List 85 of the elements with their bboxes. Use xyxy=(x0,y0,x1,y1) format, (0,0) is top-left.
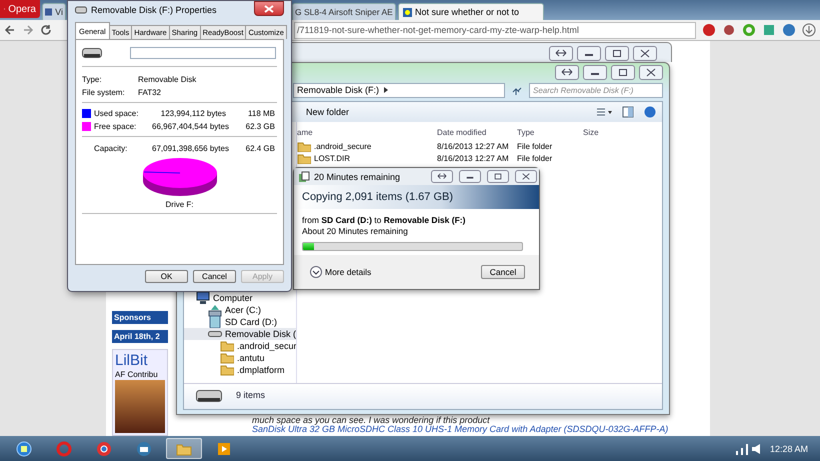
size-value: 118 MB xyxy=(247,109,276,118)
column-header[interactable]: Size xyxy=(583,128,643,144)
nav-item[interactable]: .antutu xyxy=(184,352,267,364)
file-type: File folder xyxy=(517,152,554,164)
maximize-icon[interactable] xyxy=(616,66,630,78)
close-icon[interactable] xyxy=(644,66,658,78)
reload-icon xyxy=(40,24,52,36)
play-icon[interactable] xyxy=(216,440,232,456)
preview-pane-icon xyxy=(622,106,634,118)
post-text: much space as you can see. I was wondering if this product xyxy=(252,416,491,425)
double-arrow-icon[interactable] xyxy=(436,172,448,181)
address-bar[interactable]: Removable Disk (F:) xyxy=(293,82,505,98)
volume-icon xyxy=(752,444,760,454)
folder-icon xyxy=(297,152,311,164)
nav-item[interactable]: .dmplatform xyxy=(184,364,287,376)
more-details-link[interactable]: More details xyxy=(325,267,372,277)
type-label: Type: xyxy=(82,75,103,84)
nav-item[interactable]: Removable Disk ( xyxy=(184,328,296,340)
maximize-icon[interactable] xyxy=(610,48,624,59)
file-name[interactable]: LOST.DIR xyxy=(297,152,437,164)
cancel-button[interactable]: Cancel xyxy=(481,265,525,279)
drive-icon xyxy=(82,48,102,58)
close-button[interactable] xyxy=(254,1,284,16)
close-icon xyxy=(264,4,274,12)
toolbar-button[interactable]: New folder xyxy=(302,105,354,119)
username[interactable]: LilBit xyxy=(115,352,165,369)
breadcrumb[interactable]: Removable Disk (F:) xyxy=(297,85,380,95)
post-date-header: April 18th, 2 xyxy=(112,330,168,343)
folder-icon xyxy=(220,363,234,377)
download-icon xyxy=(802,23,816,37)
photo-placeholder xyxy=(115,380,165,433)
dialog-button[interactable]: OK xyxy=(145,270,188,283)
nav-item[interactable]: .android_secur xyxy=(184,340,296,352)
back-icon xyxy=(4,24,16,36)
disk-icon xyxy=(208,303,222,317)
time-remaining: About 20 Minutes remaining xyxy=(302,226,409,236)
clock[interactable]: 12:28 AM xyxy=(764,444,814,454)
signal-icon xyxy=(736,442,748,454)
opera-button[interactable]: Opera xyxy=(0,0,40,18)
drive-icon xyxy=(196,390,222,402)
close-icon[interactable] xyxy=(638,48,652,59)
capacity-label: Capacity: xyxy=(94,144,128,153)
nav-item[interactable]: Acer (C:) xyxy=(184,304,263,316)
nav-item[interactable]: Computer xyxy=(184,292,255,304)
file-system-value: FAT32 xyxy=(138,88,162,97)
address-field[interactable]: /711819-not-sure-whether-not-get-memory-card-my-zte-warp-help.html xyxy=(294,22,696,38)
browser-tab[interactable]: Not sure whether or not to xyxy=(398,3,544,20)
start-button-icon[interactable] xyxy=(16,440,32,456)
maximize-icon[interactable] xyxy=(492,172,504,181)
double-arrow-icon[interactable] xyxy=(560,66,574,78)
forward-icon xyxy=(22,24,34,36)
view-options-icon xyxy=(596,107,612,117)
folder-icon xyxy=(297,140,311,152)
space-label: Free space: xyxy=(94,122,138,131)
date-modified: 8/16/2013 12:27 AM xyxy=(437,152,510,164)
sd-card-icon xyxy=(208,315,222,329)
byte-count: 123,994,112 bytes xyxy=(160,109,226,118)
drive-icon xyxy=(208,331,222,337)
chevron-down-icon[interactable] xyxy=(310,266,322,278)
search-field[interactable]: Search Removable Disk (F:) xyxy=(529,82,663,98)
page-icon xyxy=(403,8,412,16)
browser-tab[interactable]: Vi xyxy=(42,3,66,20)
copy-heading: Copying 2,091 items (1.67 GB) xyxy=(294,185,539,209)
type-value: Removable Disk xyxy=(138,75,198,84)
double-arrow-icon[interactable] xyxy=(554,48,568,59)
nav-item[interactable]: SD Card (D:) xyxy=(184,316,280,328)
product-link[interactable]: SanDisk Ultra 32 GB MicroSDHC Class 10 UHS-1 Memory Card with Adapter (SDSDQU-032G-AFFP-A) xyxy=(252,425,668,434)
window-title: Removable Disk (F:) Properties xyxy=(91,5,217,15)
name-field[interactable] xyxy=(130,47,276,59)
space-label: Used space: xyxy=(94,109,140,118)
browser-tab[interactable]: G SL8-4 Airsoft Sniper AE xyxy=(292,3,396,20)
user-title: AF Contribu xyxy=(115,370,159,379)
file-system-label: File system: xyxy=(82,88,126,97)
close-icon[interactable] xyxy=(520,172,532,181)
dialog-button[interactable]: Cancel xyxy=(193,270,236,283)
copy-source-text: from SD Card (D:) to Removable Disk (F:) xyxy=(302,215,466,225)
drive-icon xyxy=(75,6,87,14)
computer-icon xyxy=(196,291,210,305)
section-header: Sponsors xyxy=(112,311,168,324)
copy-icon xyxy=(298,170,310,182)
item-count: 9 items xyxy=(236,390,266,400)
folder-icon xyxy=(220,351,234,365)
drive-label: Drive F: xyxy=(82,197,277,214)
window-title: 20 Minutes remaining xyxy=(314,172,400,182)
chevron-icon xyxy=(383,86,390,94)
